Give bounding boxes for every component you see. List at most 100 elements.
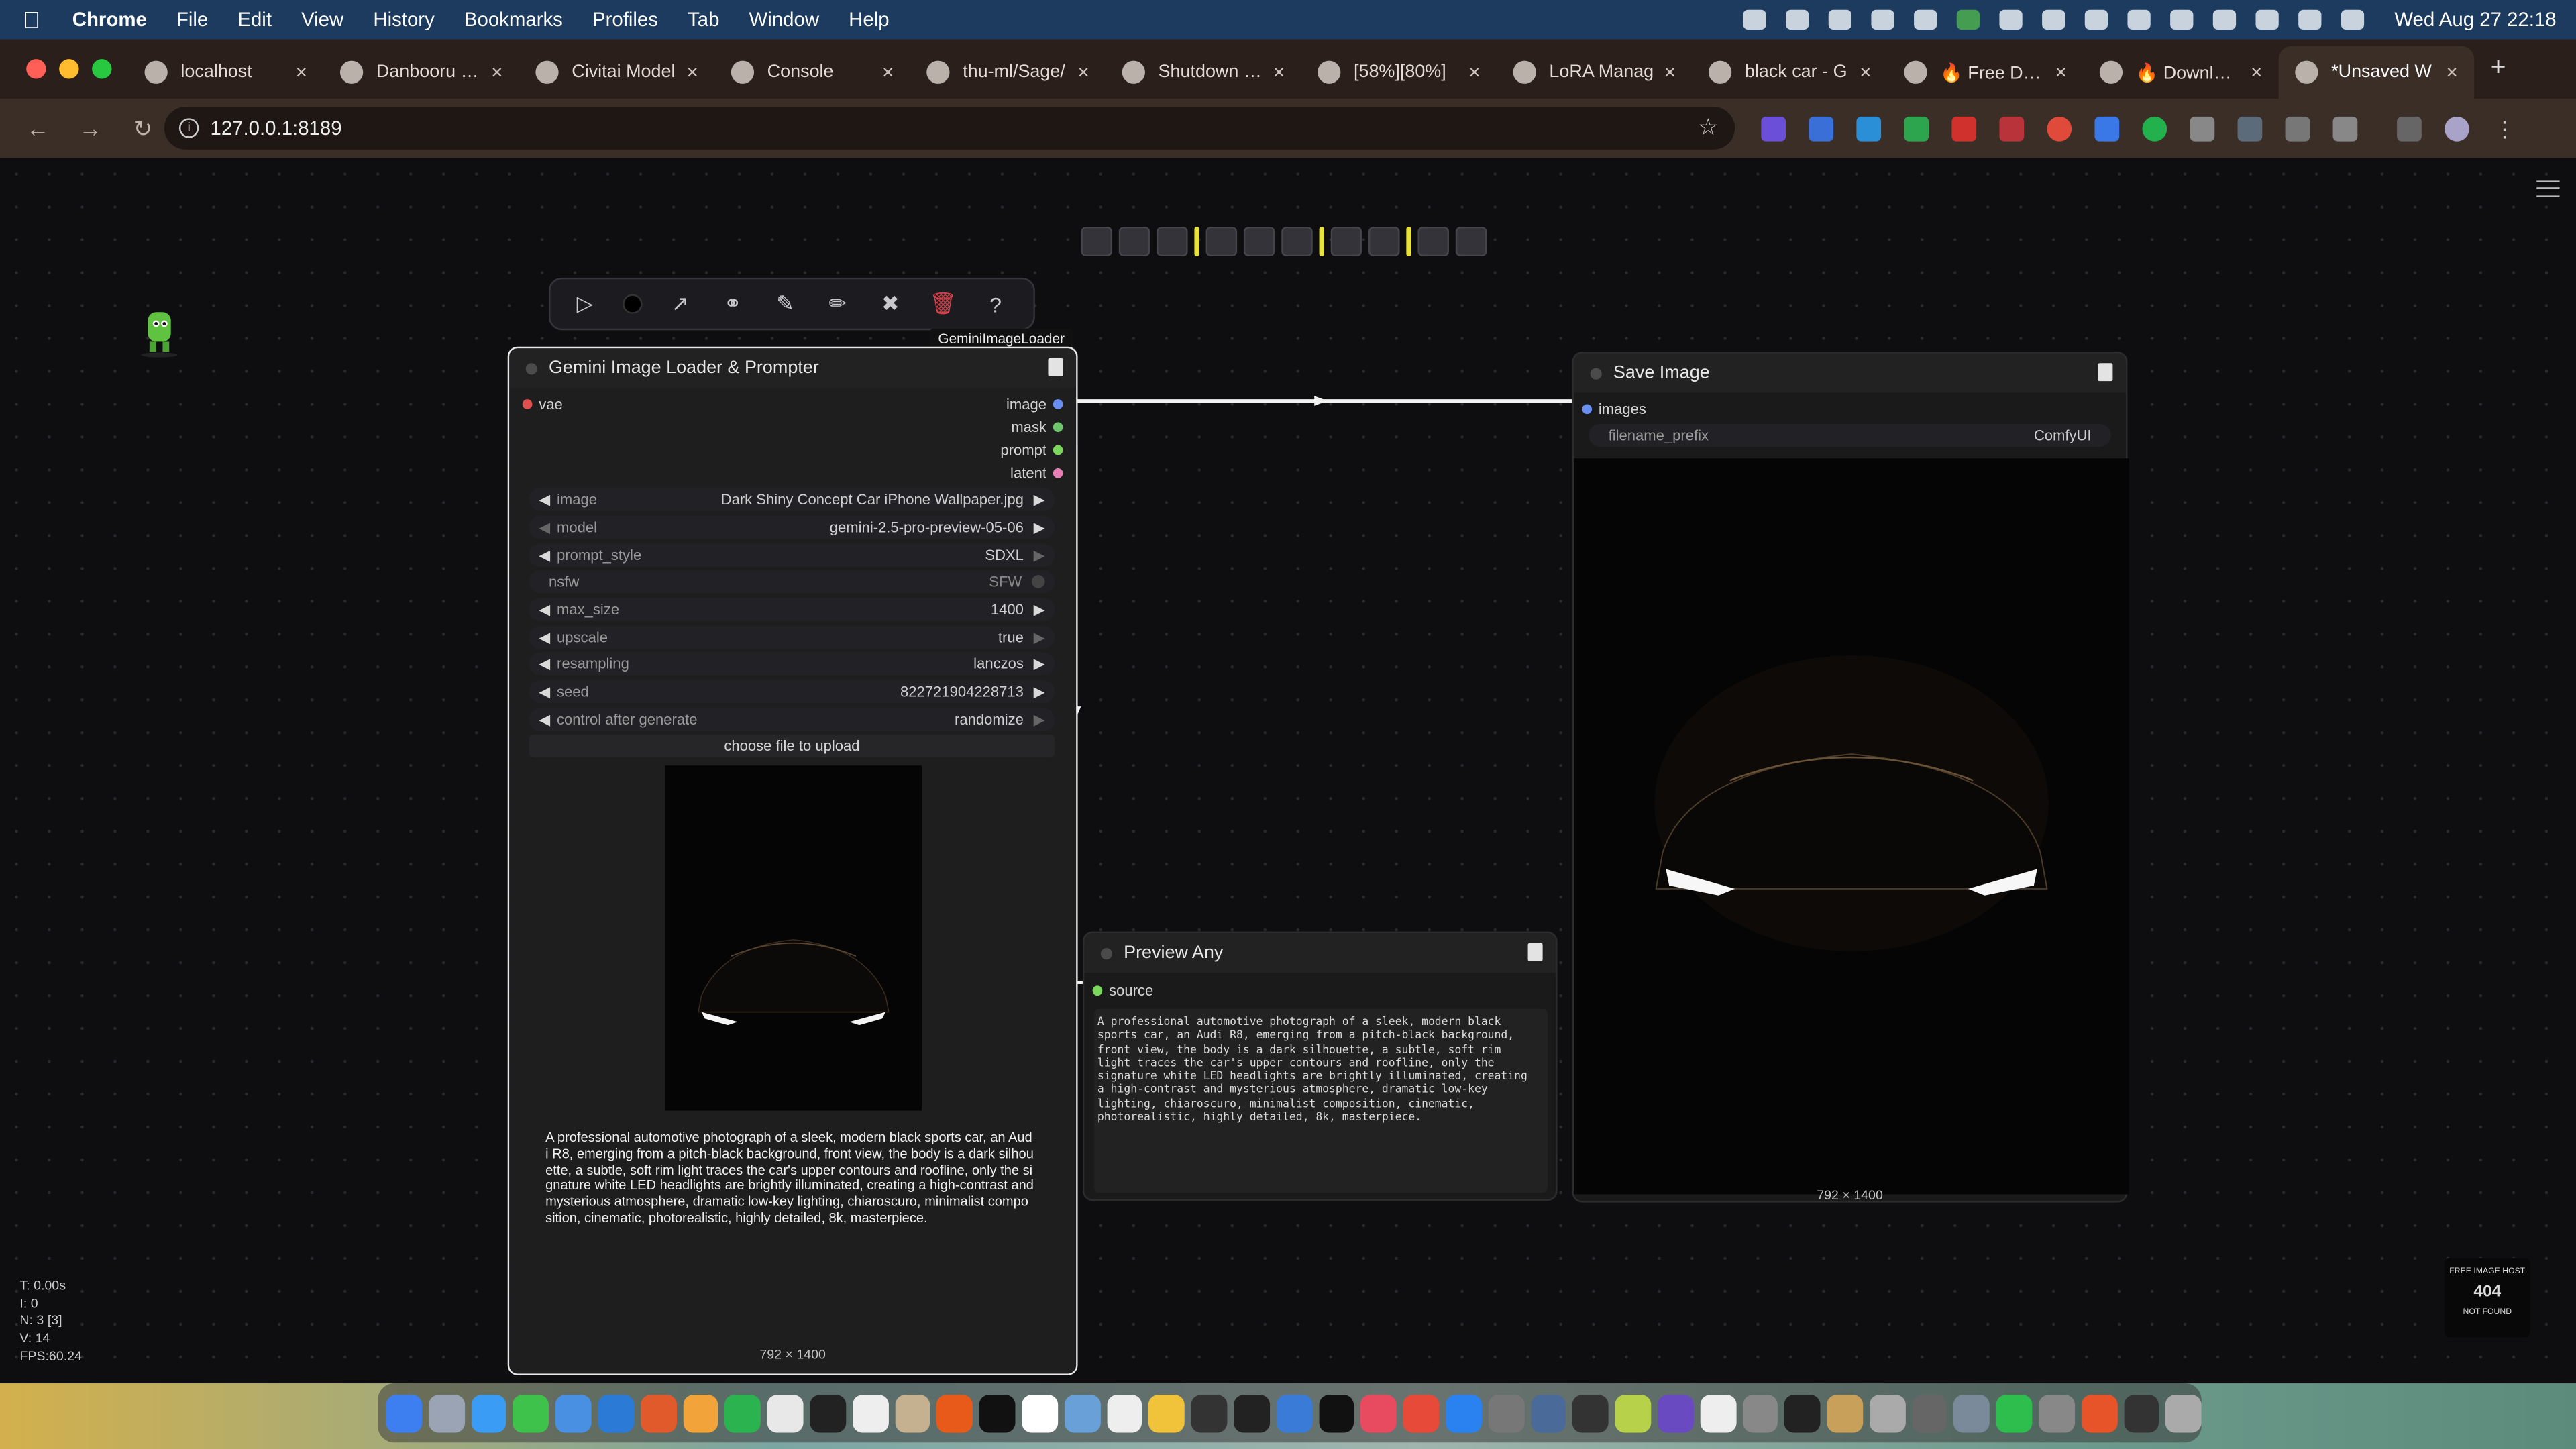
output-slot-prompt[interactable]: prompt <box>1000 442 1069 458</box>
dock-app-icon[interactable] <box>640 1393 676 1432</box>
dock-app-icon[interactable] <box>598 1393 634 1432</box>
choose-file-upload-button[interactable]: choose file to upload <box>529 734 1055 757</box>
document-icon[interactable] <box>1048 358 1063 376</box>
graph-canvas[interactable]: ▷ ↗ ⚭ ✎ ✏ ✖ 🗑 ? GeminiImageLoader Gemini… <box>0 158 2576 1384</box>
dock-app-icon[interactable] <box>1911 1393 1948 1432</box>
close-tab-icon[interactable]: × <box>687 61 698 84</box>
output-slot-mask[interactable]: mask <box>1011 419 1069 435</box>
dock-app-icon[interactable] <box>724 1393 761 1432</box>
increment-arrow-icon[interactable]: ▶ <box>1034 683 1045 701</box>
extension-icon[interactable] <box>2285 115 2310 141</box>
tab-6[interactable]: [58%][80%] × <box>1301 46 1497 99</box>
tab-11[interactable]: *Unsaved W × <box>2278 46 2475 99</box>
status-app-icon[interactable] <box>2000 9 2023 30</box>
forward-arrow-icon[interactable]: → <box>76 115 105 141</box>
dock-app-icon[interactable] <box>386 1393 422 1432</box>
output-dot[interactable] <box>1053 468 1063 478</box>
dock-app-icon[interactable] <box>852 1393 888 1432</box>
dock-app-icon[interactable] <box>1530 1393 1566 1432</box>
dock-app-icon[interactable] <box>767 1393 804 1432</box>
close-tab-icon[interactable]: × <box>1664 61 1676 84</box>
dock-app-icon[interactable] <box>1488 1393 1524 1432</box>
preview-any-node[interactable]: Preview Any source A professional automo… <box>1082 931 1558 1201</box>
reload-icon[interactable]: ↻ <box>128 114 158 142</box>
menu-help[interactable]: Help <box>849 8 889 31</box>
dock-app-icon[interactable] <box>1954 1393 1990 1432</box>
increment-arrow-icon[interactable]: ▶ <box>1034 546 1045 564</box>
profile-avatar[interactable] <box>2445 115 2469 141</box>
menubar-clock[interactable]: Wed Aug 27 22:18 <box>2394 8 2556 31</box>
status-app-icon[interactable] <box>2128 9 2151 30</box>
pokeball-extension-icon[interactable] <box>2047 115 2072 141</box>
tab-10[interactable]: 🔥 Download × <box>2083 46 2278 99</box>
dock-app-icon[interactable] <box>1022 1393 1058 1432</box>
decrement-arrow-icon[interactable]: ◀ <box>539 683 550 701</box>
dock-app-icon[interactable] <box>2123 1393 2160 1432</box>
input-dot[interactable] <box>1092 985 1103 996</box>
document-icon[interactable] <box>2098 363 2113 382</box>
dock-app-icon[interactable] <box>470 1393 507 1432</box>
dock-app-icon[interactable] <box>1869 1393 1906 1432</box>
dock-app-icon[interactable] <box>979 1393 1016 1432</box>
dock-app-icon[interactable] <box>1148 1393 1185 1432</box>
widget-resampling[interactable]: ◀ resampling lanczos ▶ <box>529 652 1055 676</box>
decrement-arrow-icon[interactable]: ◀ <box>539 546 550 564</box>
close-tab-icon[interactable]: × <box>1860 61 1871 84</box>
close-tab-icon[interactable]: × <box>491 61 502 84</box>
dock-app-icon[interactable] <box>1445 1393 1482 1432</box>
input-slot-vae[interactable]: vae <box>516 396 563 413</box>
new-tab-button[interactable]: + <box>2491 54 2506 84</box>
output-dot[interactable] <box>1053 445 1063 455</box>
tab-2[interactable]: Civitai Model × <box>519 46 714 99</box>
close-tab-icon[interactable]: × <box>2447 61 2458 84</box>
status-app-icon[interactable] <box>1957 9 1981 30</box>
decrement-arrow-icon[interactable]: ◀ <box>539 655 550 673</box>
dock-app-icon[interactable] <box>810 1393 846 1432</box>
extension-icon[interactable] <box>1999 115 2025 141</box>
decrement-arrow-icon[interactable]: ◀ <box>539 600 550 619</box>
decrement-arrow-icon[interactable]: ◀ <box>539 629 550 647</box>
extensions-puzzle-icon[interactable] <box>2332 115 2358 141</box>
dock-app-icon[interactable] <box>2039 1393 2075 1432</box>
more-menu-icon[interactable]: ⋮ <box>2492 116 2517 141</box>
site-info-icon[interactable]: i <box>178 118 199 138</box>
close-tab-icon[interactable]: × <box>296 61 307 84</box>
dock-app-icon[interactable] <box>555 1393 592 1432</box>
dock-app-icon[interactable] <box>513 1393 549 1432</box>
increment-arrow-icon[interactable]: ▶ <box>1034 490 1045 508</box>
dock-app-icon[interactable] <box>1360 1393 1397 1432</box>
status-app-icon[interactable] <box>1743 9 1767 30</box>
siri-icon[interactable] <box>2341 9 2365 30</box>
increment-arrow-icon[interactable]: ▶ <box>1034 519 1045 537</box>
widget-model[interactable]: ◀ model gemini-2.5-pro-preview-05-06 ▶ <box>529 515 1055 539</box>
address-bar[interactable]: i 127.0.0.1:8189 ☆ <box>164 107 1735 150</box>
back-arrow-icon[interactable]: ← <box>23 115 52 141</box>
tab-1[interactable]: Danbooru Po × <box>323 46 519 99</box>
dock-app-icon[interactable] <box>894 1393 931 1432</box>
dock-app-icon[interactable] <box>1615 1393 1652 1432</box>
menu-history[interactable]: History <box>373 8 434 31</box>
input-slot-images[interactable]: images <box>1576 401 1646 417</box>
extension-icon[interactable] <box>1904 115 1929 141</box>
translate-extension-icon[interactable] <box>2094 115 2120 141</box>
decrement-arrow-icon[interactable]: ◀ <box>539 519 550 537</box>
preview-textarea[interactable]: A professional automotive photograph of … <box>1094 1008 1548 1193</box>
increment-arrow-icon[interactable]: ▶ <box>1034 629 1045 647</box>
menu-app-name[interactable]: Chrome <box>72 8 147 31</box>
output-slot-latent[interactable]: latent <box>1010 465 1069 482</box>
input-slot-source[interactable]: source <box>1086 983 1153 999</box>
bookmark-star-icon[interactable]: ☆ <box>1698 113 1719 142</box>
tab-8[interactable]: black car - G × <box>1692 46 1887 99</box>
close-tab-icon[interactable]: × <box>2055 61 2067 84</box>
tab-0[interactable]: localhost × <box>128 46 323 99</box>
increment-arrow-icon[interactable]: ▶ <box>1034 600 1045 619</box>
decrement-arrow-icon[interactable]: ◀ <box>539 490 550 508</box>
apple-icon[interactable]:  <box>23 7 49 33</box>
menu-bookmarks[interactable]: Bookmarks <box>464 8 563 31</box>
save-image-node[interactable]: Save Image images filename_prefix ComfyU… <box>1572 352 2129 1203</box>
node-header[interactable]: Save Image <box>1574 353 2127 393</box>
camera-extension-icon[interactable] <box>2190 115 2215 141</box>
collapse-dot[interactable] <box>525 362 537 374</box>
dock-app-icon[interactable] <box>1106 1393 1142 1432</box>
image-host-badge[interactable]: FREE IMAGE HOST 404 NOT FOUND <box>2445 1258 2530 1338</box>
